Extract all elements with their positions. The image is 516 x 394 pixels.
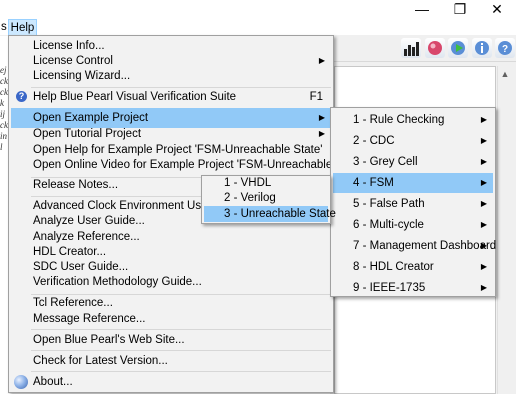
menu-item-label: 2 - CDC — [353, 135, 395, 147]
bar-chart-icon[interactable] — [401, 38, 421, 58]
restore-button[interactable]: ❐ — [441, 0, 479, 18]
left-panel-line: in — [0, 131, 8, 141]
menu-item-label: Licensing Wizard... — [33, 70, 131, 82]
info-icon[interactable] — [472, 38, 492, 58]
submenu-item-cdc[interactable]: 2 - CDC ▶ — [333, 131, 493, 151]
menu-bar — [0, 18, 516, 36]
menu-item-verification-guide[interactable]: Verification Methodology Guide... — [11, 272, 331, 292]
left-panel-line: ck — [0, 120, 8, 130]
run-icon[interactable] — [448, 38, 468, 58]
menu-item-label: 5 - False Path — [353, 198, 425, 210]
submenu-arrow-icon: ▶ — [480, 283, 487, 292]
menu-item-help-suite[interactable]: ? Help Blue Pearl Visual Verification Sui… — [11, 87, 331, 107]
examples-submenu: 1 - Rule Checking ▶ 2 - CDC ▶ 3 - Grey Cel… — [330, 107, 496, 297]
submenu-arrow-icon: ▶ — [480, 136, 487, 145]
submenu-item-management-dashboard[interactable]: 7 - Management Dashboard ▶ — [333, 236, 497, 256]
restore-icon: ❐ — [453, 0, 467, 17]
menu-item-about[interactable]: About... — [11, 372, 331, 392]
submenu-arrow-icon: ▶ — [480, 262, 487, 271]
menu-item-label: 7 - Management Dashboard — [353, 240, 497, 252]
left-panel-line: ck — [0, 87, 8, 97]
close-icon: ✕ — [491, 0, 503, 17]
submenu-item-false-path[interactable]: 5 - False Path ▶ — [333, 194, 493, 214]
minimize-button[interactable]: — — [403, 0, 441, 18]
scroll-up-arrow-icon[interactable]: ▲ — [497, 66, 513, 82]
help-icon[interactable]: ? — [495, 38, 515, 58]
submenu-arrow-icon: ▶ — [480, 241, 487, 250]
menu-item-label: 9 - IEEE-1735 — [353, 282, 426, 294]
menu-item-label: 8 - HDL Creator — [353, 261, 434, 273]
menu-item-label: Analyze User Guide... — [33, 215, 145, 227]
menu-item-label: 3 - Grey Cell — [353, 156, 418, 168]
menubar-item-help[interactable]: Help — [8, 19, 37, 36]
fsm-item-verilog[interactable]: 2 - Verilog — [204, 191, 328, 206]
menu-item-label: 4 - FSM — [353, 177, 394, 189]
menu-item-label: 3 - Unreachable State — [224, 208, 336, 220]
left-panel-line: l — [0, 142, 3, 152]
menu-item-open-video-example[interactable]: Open Online Video for Example Project 'F… — [11, 155, 364, 175]
fsm-item-unreachable-state[interactable]: 3 - Unreachable State — [204, 206, 336, 222]
menu-item-label: 2 - Verilog — [224, 192, 276, 204]
menu-item-label: Verification Methodology Guide... — [33, 276, 202, 288]
menu-item-label: About... — [33, 376, 73, 388]
submenu-arrow-icon: ▶ — [480, 220, 487, 229]
submenu-arrow-icon: ▶ — [480, 115, 487, 124]
left-panel-line: ck — [0, 76, 8, 86]
menu-item-label: Tcl Reference... — [33, 297, 113, 309]
menu-item-label: 1 - VHDL — [224, 177, 272, 189]
vertical-scrollbar[interactable] — [497, 66, 513, 394]
menu-item-label: Open Tutorial Project — [33, 128, 142, 140]
menu-item-licensing-wizard[interactable]: Licensing Wizard... — [11, 66, 331, 86]
submenu-item-rule-checking[interactable]: 1 - Rule Checking ▶ — [333, 110, 493, 130]
menu-item-label: Open Example Project — [33, 112, 149, 124]
menu-item-message-reference[interactable]: Message Reference... — [11, 309, 331, 329]
left-panel-line: k — [0, 98, 4, 108]
menu-item-website[interactable]: Open Blue Pearl's Web Site... — [11, 330, 331, 350]
submenu-arrow-icon: ▶ — [480, 157, 487, 166]
menu-item-label: Release Notes... — [33, 179, 119, 191]
svg-text:?: ? — [502, 44, 508, 55]
submenu-item-fsm[interactable]: 4 - FSM ▶ — [333, 173, 493, 193]
submenu-item-multi-cycle[interactable]: 6 - Multi-cycle ▶ — [333, 215, 493, 235]
help-question-icon: ? — [16, 91, 27, 102]
submenu-arrow-icon: ▶ — [480, 178, 487, 187]
menu-item-label: 6 - Multi-cycle — [353, 219, 424, 231]
menu-item-shortcut: F1 — [309, 91, 323, 103]
fsm-item-vhdl[interactable]: 1 - VHDL — [204, 176, 328, 191]
menu-item-label: Message Reference... — [33, 313, 146, 325]
minimize-icon: — — [415, 1, 429, 17]
submenu-item-hdl-creator[interactable]: 8 - HDL Creator ▶ — [333, 257, 493, 277]
left-panel-line: ej — [0, 65, 7, 75]
submenu-item-ieee-1735[interactable]: 9 - IEEE-1735 ▶ — [333, 278, 493, 298]
menubar-item-partial[interactable]: s — [0, 19, 7, 35]
left-panel-line: ij — [0, 109, 6, 119]
close-button[interactable]: ✕ — [478, 0, 516, 18]
menu-item-label: Check for Latest Version... — [33, 355, 168, 367]
menu-item-label: Open Blue Pearl's Web Site... — [33, 334, 185, 346]
menu-item-label: Help Blue Pearl Visual Verification Suit… — [33, 91, 237, 103]
submenu-item-grey-cell[interactable]: 3 - Grey Cell ▶ — [333, 152, 493, 172]
menu-item-label: Open Online Video for Example Project 'F… — [33, 159, 365, 171]
fsm-submenu: 1 - VHDL 2 - Verilog 3 - Unreachable Sta… — [201, 175, 336, 224]
about-pearl-icon — [14, 375, 28, 389]
left-panel-text: ej ck ck k ij ck in l — [0, 64, 8, 394]
menu-item-label: 1 - Rule Checking — [353, 114, 445, 126]
submenu-arrow-icon: ▶ — [480, 199, 487, 208]
menu-item-check-version[interactable]: Check for Latest Version... — [11, 351, 331, 371]
pearl-icon[interactable] — [425, 38, 445, 58]
